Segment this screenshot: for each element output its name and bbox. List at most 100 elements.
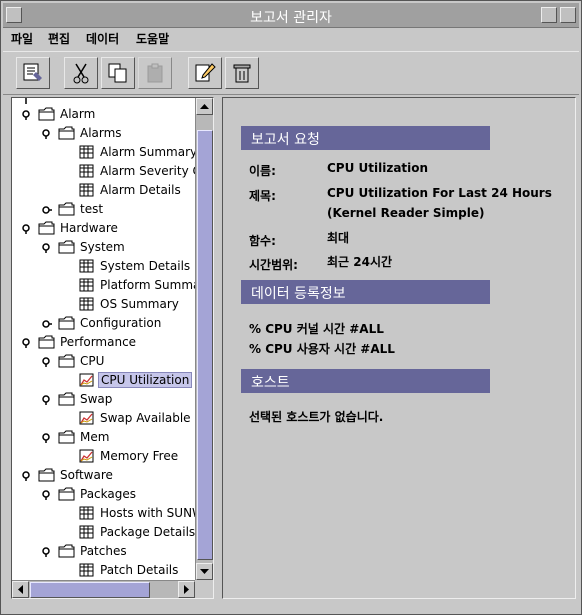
timerange-label: 시간범위: xyxy=(249,258,298,272)
menu-data[interactable]: 데이터 xyxy=(86,30,119,47)
folder-icon xyxy=(38,335,55,349)
delete-icon xyxy=(233,64,251,83)
toolbar xyxy=(3,51,579,95)
tree-hscroll-thumb[interactable] xyxy=(30,582,150,598)
table-report-icon xyxy=(79,563,94,577)
tree-scroll-thumb[interactable] xyxy=(197,130,213,560)
folder-icon xyxy=(58,392,75,406)
collapse-handle-icon[interactable] xyxy=(42,319,52,329)
menu-file[interactable]: 파일 xyxy=(11,30,33,47)
expand-handle-icon[interactable] xyxy=(42,129,52,139)
expand-handle-icon[interactable] xyxy=(42,433,52,443)
name-label: 이름: xyxy=(249,164,276,178)
tree-node-label: System Details xyxy=(100,259,191,273)
expand-handle-icon[interactable] xyxy=(22,224,32,234)
host-section-header: 호스트 xyxy=(241,369,490,393)
scroll-left-button[interactable] xyxy=(12,581,29,598)
expand-handle-icon[interactable] xyxy=(22,338,32,348)
tree-node-label: CPU xyxy=(80,354,105,368)
tree-horizontal-scrollbar[interactable] xyxy=(12,580,195,598)
window-title: 보고서 관리자 xyxy=(250,10,332,26)
title-label: 제목: xyxy=(249,189,276,203)
tree-node-label: Alarms xyxy=(80,126,122,140)
tree-node-label: Package Details xyxy=(100,525,195,539)
folder-icon xyxy=(38,468,55,482)
expand-handle-icon[interactable] xyxy=(22,471,32,481)
collapse-handle-icon[interactable] xyxy=(42,205,52,215)
tree-node-label: Patches xyxy=(80,544,127,558)
function-label: 함수: xyxy=(249,234,276,248)
tree-node-label: Patch Details xyxy=(100,563,179,577)
paste-button[interactable] xyxy=(138,57,172,89)
table-report-icon xyxy=(79,297,94,311)
folder-icon xyxy=(58,316,75,330)
table-report-icon xyxy=(79,164,94,178)
new-report-button[interactable] xyxy=(16,57,50,89)
paste-icon xyxy=(147,63,163,83)
folder-icon xyxy=(58,487,75,501)
delete-button[interactable] xyxy=(225,57,259,89)
cut-icon xyxy=(73,63,89,84)
expand-handle-icon[interactable] xyxy=(42,243,52,253)
tree-node-label: Performance xyxy=(60,335,137,349)
table-report-icon xyxy=(79,525,94,539)
folder-icon xyxy=(38,221,55,235)
scroll-right-button[interactable] xyxy=(178,581,195,598)
copy-button[interactable] xyxy=(101,57,135,89)
menu-edit[interactable]: 편집 xyxy=(48,30,70,47)
edit-icon xyxy=(195,63,216,82)
title-bar[interactable]: 보고서 관리자 xyxy=(3,3,579,28)
cut-button[interactable] xyxy=(64,57,98,89)
host-empty-message: 선택된 호스트가 없습니다. xyxy=(249,410,384,424)
folder-icon xyxy=(58,240,75,254)
tree-node-label: CPU Utilization xyxy=(98,372,193,388)
folder-icon xyxy=(38,107,55,121)
tree-node-label: Packages xyxy=(80,487,136,501)
report-tree[interactable]: Alarm Alarms Alarm Summary Alarm Severity C… xyxy=(12,98,195,580)
expand-handle-icon[interactable] xyxy=(42,357,52,367)
report-tree-panel: Alarm Alarms Alarm Summary Alarm Severity C… xyxy=(11,97,214,599)
data-property-item: % CPU 커널 시간 #ALL xyxy=(249,322,384,336)
tree-node-label: Configuration xyxy=(80,316,162,330)
data-property-item: % CPU 사용자 시간 #ALL xyxy=(249,342,395,356)
copy-icon xyxy=(108,63,127,83)
tree-node-label: Alarm Summary xyxy=(100,145,195,159)
tree-node-label: test xyxy=(80,202,104,216)
expand-handle-icon[interactable] xyxy=(22,110,32,120)
menu-bar: 파일 편집 데이터 도움말 xyxy=(3,28,579,48)
timerange-value: 최근 24시간 xyxy=(327,255,393,269)
tree-node-label: OS Summary xyxy=(100,297,179,311)
report-details-panel: 보고서 요청 이름: CPU Utilization 제목: CPU Utili… xyxy=(222,97,576,599)
menu-help[interactable]: 도움말 xyxy=(136,30,169,47)
minimize-icon[interactable] xyxy=(541,7,557,23)
function-value: 최대 xyxy=(327,231,350,245)
expand-handle-icon[interactable] xyxy=(42,395,52,405)
tree-root-connector xyxy=(25,98,27,104)
chart-report-icon xyxy=(79,449,94,463)
chart-report-icon xyxy=(79,411,94,425)
maximize-icon[interactable] xyxy=(560,7,576,23)
tree-node-label: Swap xyxy=(80,392,113,406)
folder-icon xyxy=(58,126,75,140)
edit-button[interactable] xyxy=(188,57,222,89)
report-manager-window: 보고서 관리자 파일 편집 데이터 도움말 Alarm Alarms Alarm S… xyxy=(0,0,582,615)
tree-node-label: Platform Summary xyxy=(100,278,195,292)
scroll-corner xyxy=(195,580,213,598)
pane-splitter[interactable] xyxy=(214,97,220,597)
name-value: CPU Utilization xyxy=(327,161,429,175)
folder-icon xyxy=(58,430,75,444)
tree-vertical-scrollbar[interactable] xyxy=(195,98,213,580)
scroll-up-button[interactable] xyxy=(196,98,213,115)
table-report-icon xyxy=(79,259,94,273)
table-report-icon xyxy=(79,278,94,292)
expand-handle-icon[interactable] xyxy=(42,547,52,557)
chart-report-icon xyxy=(79,373,94,387)
tree-node-label: Alarm Severity Co xyxy=(100,164,195,178)
tree-node-label: Software xyxy=(60,468,113,482)
folder-icon xyxy=(58,202,75,216)
tree-node-label: System xyxy=(80,240,125,254)
scroll-down-button[interactable] xyxy=(196,563,213,580)
expand-handle-icon[interactable] xyxy=(42,490,52,500)
data-section-header: 데이터 등록정보 xyxy=(241,280,490,304)
tree-node-label: Alarm xyxy=(60,107,96,121)
